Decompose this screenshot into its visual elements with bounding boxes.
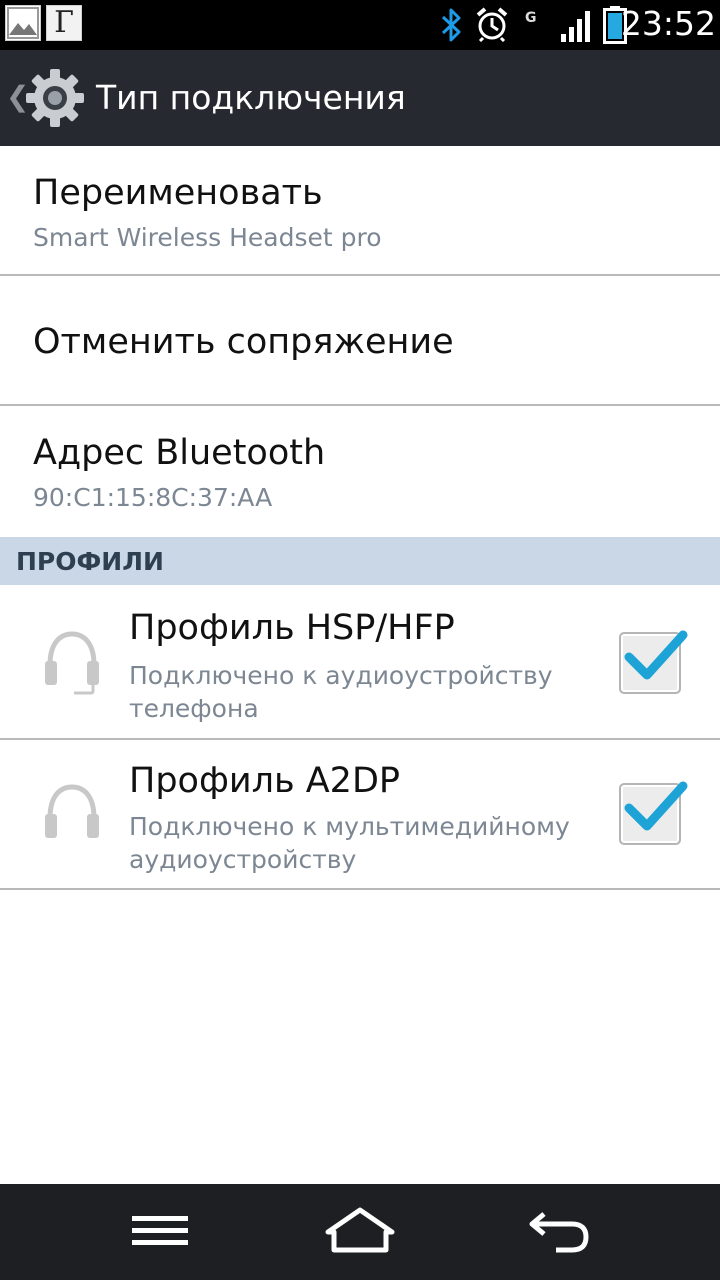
home-icon[interactable]: [323, 1206, 397, 1260]
profile-hsp-hfp-checkbox[interactable]: [617, 627, 689, 703]
profile-title: Профиль HSP/HFP: [129, 608, 455, 648]
action-bar: ❮ Тип подключения: [0, 50, 720, 146]
settings-gear-icon[interactable]: [24, 67, 86, 133]
status-bar: Г G 23:52: [0, 0, 720, 50]
bluetooth-address-value: 90:C1:15:8C:37:AA: [33, 483, 273, 512]
rename-title: Переименовать: [33, 173, 323, 213]
headset-mic-icon: [42, 629, 102, 703]
profile-status: Подключено к мультимедийному аудиоустрой…: [129, 812, 570, 874]
bluetooth-icon: [440, 7, 464, 47]
navigation-bar: [0, 1184, 720, 1280]
g-app-notification-icon: Г: [46, 5, 82, 41]
image-notification-icon: [5, 5, 41, 41]
clock: 23:52: [620, 4, 716, 43]
profile-a2dp-item[interactable]: Профиль A2DP Подключено к мультимедийном…: [0, 740, 720, 888]
section-label: ПРОФИЛИ: [16, 547, 164, 576]
menu-icon[interactable]: [130, 1206, 190, 1260]
bluetooth-address-title: Адрес Bluetooth: [33, 433, 326, 473]
signal-icon: [560, 9, 592, 47]
back-icon[interactable]: [526, 1206, 592, 1260]
profile-hsp-hfp-item[interactable]: Профиль HSP/HFP Подключено к аудиоустрой…: [0, 585, 720, 738]
unpair-title: Отменить сопряжение: [33, 322, 454, 362]
profile-a2dp-checkbox[interactable]: [617, 778, 689, 854]
network-type-label: G: [525, 10, 537, 26]
device-name: Smart Wireless Headset pro: [33, 223, 382, 252]
profiles-section-header: ПРОФИЛИ: [0, 537, 720, 585]
page-title: Тип подключения: [96, 78, 406, 117]
alarm-icon: [474, 6, 510, 46]
divider: [0, 888, 720, 890]
profile-status: Подключено к аудиоустройству телефона: [129, 661, 553, 723]
unpair-item[interactable]: Отменить сопряжение: [0, 276, 720, 404]
headphones-icon: [42, 782, 102, 846]
rename-item[interactable]: Переименовать Smart Wireless Headset pro: [0, 146, 720, 274]
profile-title: Профиль A2DP: [129, 761, 401, 801]
bluetooth-address-item: Адрес Bluetooth 90:C1:15:8C:37:AA: [0, 406, 720, 537]
